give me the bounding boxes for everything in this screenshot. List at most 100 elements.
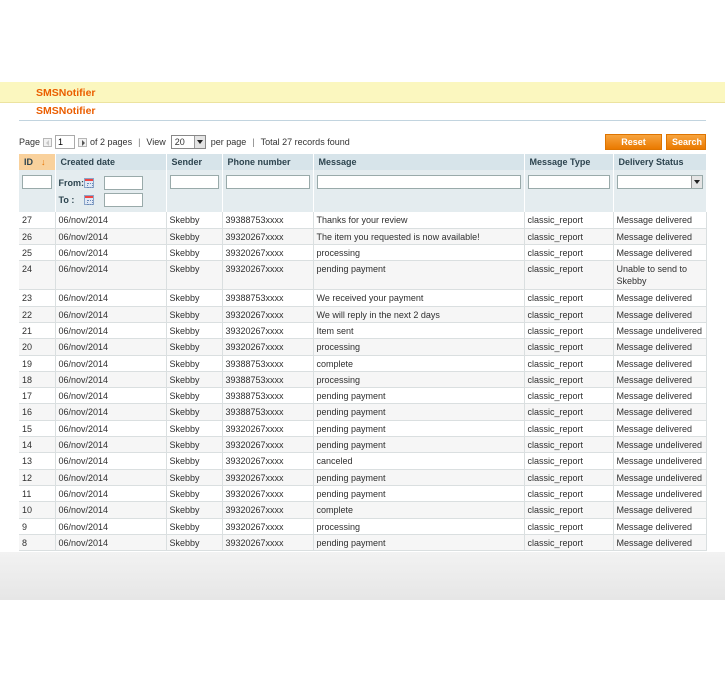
cell-sender: Skebby <box>166 212 223 229</box>
cell-delivery-status: Message delivered <box>613 244 707 262</box>
cell-message: pending payment <box>313 420 525 438</box>
column-header-id[interactable]: ID ↓ <box>19 154 56 170</box>
cell-phone-number: 39320267xxxx <box>222 260 314 291</box>
phone-filter-input[interactable] <box>225 175 310 189</box>
message-filter-input[interactable] <box>316 175 521 189</box>
per-page-select[interactable]: 20 <box>170 135 206 149</box>
chevron-down-icon[interactable] <box>690 176 702 188</box>
table-row[interactable]: 13 06/nov/2014 Skebby 39320267xxxx canceled c… <box>19 452 707 470</box>
cell-created-date: 06/nov/2014 <box>55 322 167 340</box>
cell-message: processing <box>313 244 525 262</box>
table-row[interactable]: 19 06/nov/2014 Skebby 39388753xxxx complete c… <box>19 355 707 372</box>
delivery-status-filter-select[interactable] <box>616 175 703 189</box>
table-row[interactable]: 15 06/nov/2014 Skebby 39320267xxxx pending p… <box>19 420 707 438</box>
cell-phone-number: 39320267xxxx <box>222 322 314 340</box>
table-row[interactable]: 21 06/nov/2014 Skebby 39320267xxxx Item sent… <box>19 322 707 340</box>
cell-id: 26 <box>19 228 56 246</box>
cell-message: pending payment <box>313 260 525 291</box>
table-row[interactable]: 27 06/nov/2014 Skebby 39388753xxxx Thanks fo… <box>19 212 707 229</box>
date-from-row: From: <box>59 175 163 191</box>
table-row[interactable]: 25 06/nov/2014 Skebby 39320267xxxx processin… <box>19 244 707 262</box>
cell-phone-number: 39388753xxxx <box>222 403 314 421</box>
table-row[interactable]: 12 06/nov/2014 Skebby 39320267xxxx pending p… <box>19 469 707 486</box>
table-row[interactable]: 20 06/nov/2014 Skebby 39320267xxxx processin… <box>19 338 707 356</box>
cell-message: We will reply in the next 2 days <box>313 306 525 323</box>
table-row[interactable]: 16 06/nov/2014 Skebby 39388753xxxx pending p… <box>19 403 707 421</box>
cell-created-date: 06/nov/2014 <box>55 403 167 421</box>
cell-message-type: classic_report <box>524 212 614 229</box>
cell-phone-number: 39320267xxxx <box>222 436 314 454</box>
cell-phone-number: 39320267xxxx <box>222 518 314 535</box>
cell-delivery-status: Message delivered <box>613 228 707 246</box>
cell-sender: Skebby <box>166 518 223 535</box>
cell-delivery-status: Message delivered <box>613 403 707 421</box>
cell-delivery-status: Message delivered <box>613 212 707 229</box>
cell-message-type: classic_report <box>524 518 614 535</box>
cell-sender: Skebby <box>166 260 223 291</box>
reset-filter-button[interactable]: Reset Filter <box>605 134 662 161</box>
cell-sender: Skebby <box>166 244 223 262</box>
cell-created-date: 06/nov/2014 <box>55 228 167 246</box>
cell-created-date: 06/nov/2014 <box>55 338 167 356</box>
cell-delivery-status: Message delivered <box>613 534 707 552</box>
table-row[interactable]: 10 06/nov/2014 Skebby 39320267xxxx complete c… <box>19 501 707 519</box>
date-from-input[interactable] <box>103 176 143 190</box>
cell-phone-number: 39388753xxxx <box>222 355 314 372</box>
cell-id: 9 <box>19 518 56 535</box>
cell-delivery-status: Message delivered <box>613 338 707 356</box>
table-row[interactable]: 18 06/nov/2014 Skebby 39388753xxxx processin… <box>19 371 707 389</box>
column-header-phone-number[interactable]: Phone number <box>222 154 314 170</box>
cell-message-type: classic_report <box>524 322 614 340</box>
cell-created-date: 06/nov/2014 <box>55 244 167 262</box>
table-row[interactable]: 26 06/nov/2014 Skebby 39320267xxxx The item … <box>19 228 707 246</box>
sender-filter-input[interactable] <box>169 175 219 189</box>
search-button[interactable]: Search <box>666 134 706 150</box>
cell-id: 18 <box>19 371 56 389</box>
table-row[interactable]: 8 06/nov/2014 Skebby 39320267xxxx pending pa… <box>19 534 707 552</box>
table-row[interactable]: 11 06/nov/2014 Skebby 39320267xxxx pending p… <box>19 485 707 503</box>
cell-sender: Skebby <box>166 420 223 438</box>
cell-created-date: 06/nov/2014 <box>55 371 167 389</box>
cell-id: 25 <box>19 244 56 262</box>
message-type-filter-input[interactable] <box>527 175 610 189</box>
cell-sender: Skebby <box>166 485 223 503</box>
cell-message-type: classic_report <box>524 228 614 246</box>
next-page-icon[interactable] <box>78 137 88 147</box>
cell-id: 15 <box>19 420 56 438</box>
cell-phone-number: 39388753xxxx <box>222 371 314 389</box>
table-row[interactable]: 24 06/nov/2014 Skebby 39320267xxxx pending p… <box>19 260 707 291</box>
cell-message-type: classic_report <box>524 534 614 552</box>
column-header-delivery-status[interactable]: Delivery Status <box>613 154 707 170</box>
cell-delivery-status: Message delivered <box>613 289 707 307</box>
pager-separator: | <box>138 137 141 147</box>
calendar-icon[interactable] <box>83 195 94 205</box>
chevron-down-icon[interactable] <box>193 136 205 148</box>
cell-message-type: classic_report <box>524 452 614 470</box>
cell-message: complete <box>313 355 525 372</box>
column-header-message[interactable]: Message <box>313 154 525 170</box>
prev-page-icon[interactable] <box>43 137 53 147</box>
table-row[interactable]: 14 06/nov/2014 Skebby 39320267xxxx pending p… <box>19 436 707 454</box>
cell-id: 24 <box>19 260 56 291</box>
page-number-input[interactable] <box>55 135 76 149</box>
cell-message: pending payment <box>313 403 525 421</box>
table-row[interactable]: 23 06/nov/2014 Skebby 39388753xxxx We receiv… <box>19 289 707 307</box>
cell-message-type: classic_report <box>524 306 614 323</box>
table-row[interactable]: 22 06/nov/2014 Skebby 39320267xxxx We will r… <box>19 306 707 323</box>
cell-phone-number: 39320267xxxx <box>222 501 314 519</box>
cell-message: processing <box>313 338 525 356</box>
cell-phone-number: 39320267xxxx <box>222 452 314 470</box>
cell-phone-number: 39320267xxxx <box>222 420 314 438</box>
id-filter-input[interactable] <box>22 175 52 189</box>
pager: Page of 2 pages | View 20 per page | Tot… <box>19 134 350 150</box>
total-records: Total 27 records found <box>260 137 350 147</box>
table-row[interactable]: 17 06/nov/2014 Skebby 39388753xxxx pending p… <box>19 387 707 405</box>
date-to-input[interactable] <box>103 193 143 207</box>
column-header-created-date[interactable]: Created date <box>55 154 167 170</box>
calendar-icon[interactable] <box>83 178 94 188</box>
to-label: To : <box>58 195 75 205</box>
column-header-sender[interactable]: Sender <box>166 154 223 170</box>
cell-phone-number: 39320267xxxx <box>222 534 314 552</box>
column-header-message-type[interactable]: Message Type <box>524 154 614 170</box>
table-row[interactable]: 9 06/nov/2014 Skebby 39320267xxxx processing… <box>19 518 707 535</box>
